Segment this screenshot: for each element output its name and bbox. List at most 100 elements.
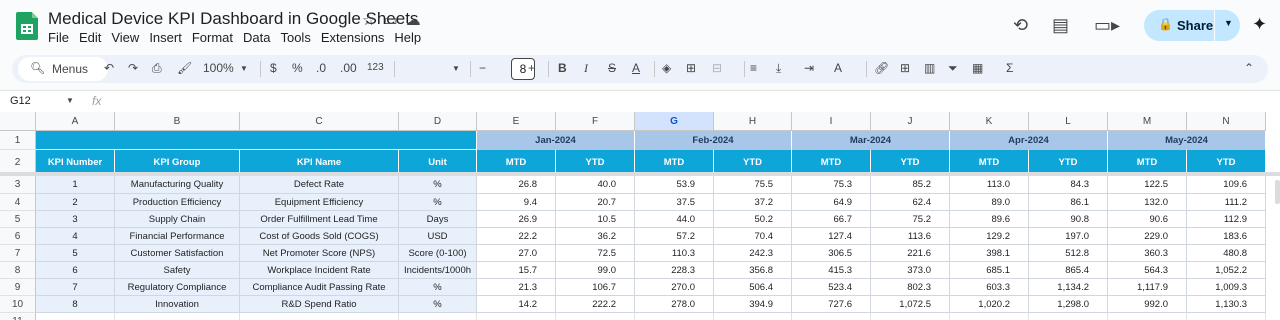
data-cell[interactable]: Order Fulfillment Lead Time [240, 211, 399, 228]
data-cell[interactable]: 992.0 [1108, 296, 1187, 313]
increase-decimal-button[interactable]: .00 [340, 61, 357, 75]
data-cell[interactable]: 70.4 [714, 228, 792, 245]
data-cell[interactable]: 99.0 [556, 262, 635, 279]
empty-cell[interactable] [1029, 313, 1108, 320]
data-cell[interactable]: 1,298.0 [1029, 296, 1108, 313]
data-cell[interactable]: 5 [36, 245, 115, 262]
fill-color-icon[interactable]: ◈ [662, 61, 671, 75]
row-header-9[interactable]: 9 [0, 279, 36, 296]
column-header-b[interactable]: B [115, 112, 240, 131]
data-cell[interactable]: % [399, 194, 477, 211]
data-cell[interactable]: 242.3 [714, 245, 792, 262]
column-header-m[interactable]: M [1108, 112, 1187, 131]
row-header-1[interactable]: 1 [0, 131, 36, 150]
month-header[interactable]: Apr-2024 [950, 131, 1108, 150]
filter-views-icon[interactable]: ▦ [972, 61, 983, 75]
data-cell[interactable]: 373.0 [871, 262, 950, 279]
row-header-10[interactable]: 10 [0, 296, 36, 313]
data-cell[interactable]: 113.6 [871, 228, 950, 245]
data-cell[interactable]: Compliance Audit Passing Rate [240, 279, 399, 296]
data-cell[interactable]: % [399, 279, 477, 296]
column-header-h[interactable]: H [714, 112, 792, 131]
data-cell[interactable]: 727.6 [792, 296, 871, 313]
data-cell[interactable]: Customer Satisfaction [115, 245, 240, 262]
column-header-d[interactable]: D [399, 112, 477, 131]
data-cell[interactable]: 802.3 [871, 279, 950, 296]
data-cell[interactable]: 1 [36, 176, 115, 194]
data-cell[interactable]: 523.4 [792, 279, 871, 296]
data-cell[interactable]: Financial Performance [115, 228, 240, 245]
menu-tools[interactable]: Tools [280, 30, 316, 45]
redo-icon[interactable]: ↷ [128, 61, 138, 75]
data-cell[interactable]: 506.4 [714, 279, 792, 296]
data-cell[interactable]: Days [399, 211, 477, 228]
font-size-minus-button[interactable]: − [479, 61, 486, 75]
data-cell[interactable]: 132.0 [1108, 194, 1187, 211]
select-all-corner[interactable] [0, 112, 36, 131]
insert-comment-icon[interactable]: ⊞ [900, 61, 910, 75]
zoom-select[interactable]: 100% [203, 61, 234, 75]
data-cell[interactable]: Incidents/1000h [399, 262, 477, 279]
vertical-align-icon[interactable]: ⤓ [776, 61, 781, 76]
data-cell[interactable]: 9.4 [477, 194, 556, 211]
data-cell[interactable]: 62.4 [871, 194, 950, 211]
data-cell[interactable]: 37.5 [635, 194, 714, 211]
data-cell[interactable]: Score (0-100) [399, 245, 477, 262]
empty-cell[interactable] [792, 313, 871, 320]
empty-cell[interactable] [1108, 313, 1187, 320]
empty-cell[interactable] [115, 313, 240, 320]
column-header-i[interactable]: I [792, 112, 871, 131]
data-cell[interactable]: 1,117.9 [1108, 279, 1187, 296]
data-cell[interactable]: 111.2 [1187, 194, 1266, 211]
move-folder-icon[interactable]: ▭ [383, 11, 397, 29]
column-header-g[interactable]: G [635, 112, 714, 131]
data-cell[interactable]: Net Promoter Score (NPS) [240, 245, 399, 262]
functions-icon[interactable]: Σ [1006, 61, 1013, 75]
column-header-c[interactable]: C [240, 112, 399, 131]
data-cell[interactable]: 4 [36, 228, 115, 245]
print-icon[interactable]: ⎙ [152, 61, 162, 76]
data-cell[interactable]: Supply Chain [115, 211, 240, 228]
data-cell[interactable]: 106.7 [556, 279, 635, 296]
data-cell[interactable]: 110.3 [635, 245, 714, 262]
menu-insert[interactable]: Insert [149, 30, 188, 45]
data-cell[interactable]: 90.6 [1108, 211, 1187, 228]
data-cell[interactable]: 865.4 [1029, 262, 1108, 279]
data-cell[interactable]: 415.3 [792, 262, 871, 279]
data-cell[interactable]: 53.9 [635, 176, 714, 194]
month-header[interactable]: Mar-2024 [792, 131, 950, 150]
meet-video-icon[interactable]: ▭▸ [1094, 15, 1120, 36]
font-size-plus-button[interactable]: + [528, 61, 535, 75]
data-cell[interactable]: 2 [36, 194, 115, 211]
data-cell[interactable]: 685.1 [950, 262, 1029, 279]
data-cell[interactable]: 57.2 [635, 228, 714, 245]
decrease-decimal-button[interactable]: .0 [316, 61, 326, 75]
paint-format-icon[interactable]: 🖌︎ [177, 61, 192, 75]
insert-link-icon[interactable]: 🔗︎ [874, 61, 889, 75]
data-cell[interactable]: 6 [36, 262, 115, 279]
data-cell[interactable]: Workplace Incident Rate [240, 262, 399, 279]
share-dropdown-icon[interactable]: ▼ [1224, 18, 1233, 28]
data-cell[interactable]: 356.8 [714, 262, 792, 279]
month-header[interactable]: May-2024 [1108, 131, 1266, 150]
data-cell[interactable]: 7 [36, 279, 115, 296]
data-cell[interactable]: USD [399, 228, 477, 245]
row-header-3[interactable]: 3 [0, 176, 36, 194]
font-family-caret-icon[interactable]: ▼ [452, 64, 460, 73]
data-cell[interactable]: 306.5 [792, 245, 871, 262]
data-cell[interactable]: 86.1 [1029, 194, 1108, 211]
italic-button[interactable]: I [584, 61, 588, 76]
data-cell[interactable]: 398.1 [950, 245, 1029, 262]
month-header[interactable]: Jan-2024 [477, 131, 635, 150]
data-cell[interactable]: 72.5 [556, 245, 635, 262]
empty-cell[interactable] [635, 313, 714, 320]
empty-cell[interactable] [556, 313, 635, 320]
row-header-8[interactable]: 8 [0, 262, 36, 279]
column-header-k[interactable]: K [950, 112, 1029, 131]
empty-cell[interactable] [950, 313, 1029, 320]
data-cell[interactable]: Equipment Efficiency [240, 194, 399, 211]
data-cell[interactable]: 1,134.2 [1029, 279, 1108, 296]
data-cell[interactable]: Regulatory Compliance [115, 279, 240, 296]
data-cell[interactable]: 1,009.3 [1187, 279, 1266, 296]
data-cell[interactable]: 84.3 [1029, 176, 1108, 194]
